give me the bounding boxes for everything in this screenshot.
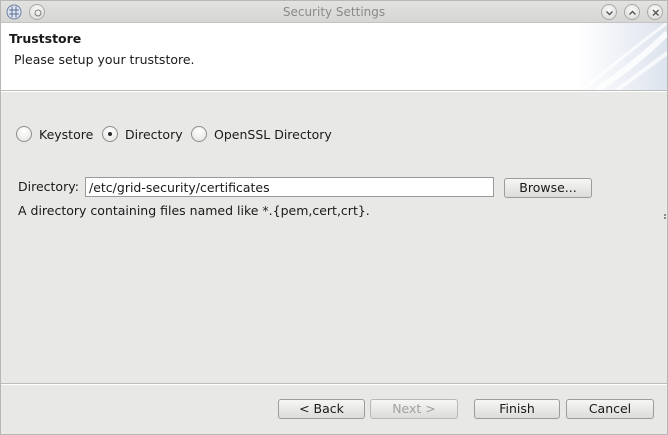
radio-openssl-directory[interactable]: OpenSSL Directory — [191, 125, 332, 143]
radio-directory-indicator[interactable] — [102, 126, 118, 142]
radio-keystore[interactable]: Keystore — [16, 125, 93, 143]
back-button[interactable]: < Back — [278, 399, 365, 419]
directory-input[interactable] — [85, 177, 494, 197]
browse-button[interactable]: Browse... — [504, 178, 592, 198]
header-separator — [1, 90, 667, 92]
footer-separator — [1, 383, 667, 385]
resize-grip-icon[interactable] — [664, 214, 667, 222]
radio-keystore-label: Keystore — [39, 126, 94, 142]
close-icon[interactable] — [647, 4, 663, 20]
window-title: Security Settings — [282, 5, 386, 19]
radio-openssl-directory-indicator[interactable] — [191, 126, 207, 142]
directory-label: Directory: — [18, 179, 79, 194]
radio-directory[interactable]: Directory — [102, 125, 183, 143]
finish-button[interactable]: Finish — [474, 399, 560, 419]
radio-keystore-indicator[interactable] — [16, 126, 32, 142]
radio-directory-label: Directory — [125, 126, 183, 142]
directory-hint: A directory containing files named like … — [18, 203, 370, 218]
maximize-icon[interactable] — [624, 4, 640, 20]
radio-openssl-directory-label: OpenSSL Directory — [214, 126, 332, 142]
page-description: Please setup your truststore. — [14, 52, 195, 67]
title-bar[interactable]: Security Settings — [1, 1, 667, 23]
wizard-header: Truststore Please setup your truststore. — [1, 23, 667, 90]
header-decoration-icon — [577, 23, 667, 90]
page-title: Truststore — [9, 31, 82, 46]
cancel-button[interactable]: Cancel — [566, 399, 654, 419]
next-button[interactable]: Next > — [370, 399, 458, 419]
minimize-icon[interactable] — [601, 4, 617, 20]
security-settings-window: Security Settings Truststore Please setu… — [0, 0, 668, 435]
